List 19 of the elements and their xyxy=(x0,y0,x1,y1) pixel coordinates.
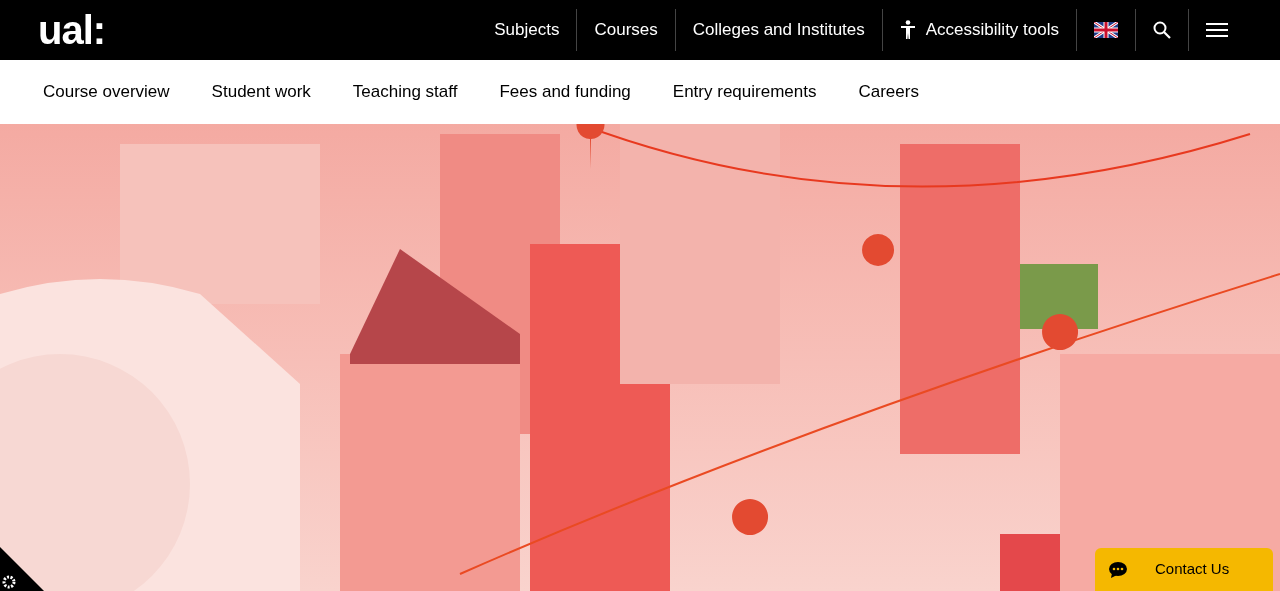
nav-link[interactable]: Courses xyxy=(576,9,675,51)
nav-link[interactable]: Colleges and Institutes xyxy=(674,9,882,51)
gear-icon[interactable] xyxy=(0,547,44,591)
union-flag-icon xyxy=(1094,22,1118,38)
menu-icon xyxy=(1206,22,1228,38)
search-icon xyxy=(1153,21,1171,39)
course-nav-link[interactable]: Teaching staff xyxy=(352,79,458,105)
accessibility-icon xyxy=(899,20,916,40)
contact-us-button[interactable]: Contact Us xyxy=(1095,548,1273,591)
course-nav-link[interactable]: Course overview xyxy=(43,79,170,105)
chat-icon xyxy=(1109,561,1127,578)
course-nav-link[interactable]: Student work xyxy=(211,79,311,105)
menu-button[interactable] xyxy=(1188,9,1228,51)
course-nav-link[interactable]: Entry requirements xyxy=(672,79,817,105)
course-nav-link[interactable]: Careers xyxy=(858,79,919,105)
logo[interactable]: ual: xyxy=(38,10,106,50)
accessibility-tools-link[interactable]: Accessibility tools xyxy=(881,9,1076,51)
course-nav-link[interactable]: Fees and funding xyxy=(499,79,631,105)
nav-link[interactable]: Subjects xyxy=(477,9,577,51)
